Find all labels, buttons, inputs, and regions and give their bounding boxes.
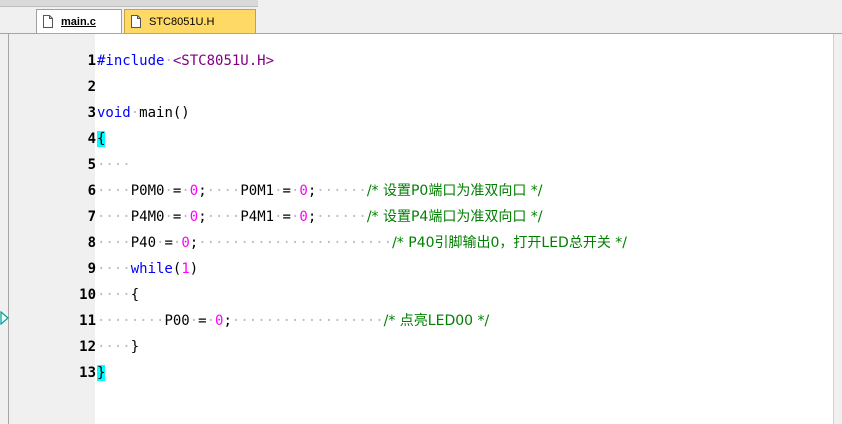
line-content: ····P0M0·=·0;····P0M1·=·0;······/* 设置P0端… — [97, 183, 543, 199]
file-icon — [43, 15, 53, 28]
line-content: ····{ — [97, 287, 140, 303]
code-line: 3 void·main() — [0, 100, 842, 126]
line-number: 10 — [79, 287, 96, 303]
code-line: 1 #include·<STC8051U.H> — [0, 48, 842, 74]
editor-tab-bar: main.c STC8051U.H — [0, 7, 842, 34]
line-number: 12 — [79, 339, 96, 355]
line-content: void·main() — [97, 105, 190, 121]
code-line: 8 ····P40·=·0;·······················/* … — [0, 230, 842, 256]
tab-stc8051u-h[interactable]: STC8051U.H — [124, 9, 256, 33]
code-line: 6 ····P0M0·=·0;····P0M1·=·0;······/* 设置P… — [0, 178, 842, 204]
tab-label: main.c — [61, 15, 96, 28]
matched-brace: { — [97, 131, 106, 147]
code-line: 4 { — [0, 126, 842, 152]
line-content: ····P40·=·0;·······················/* P4… — [97, 235, 628, 251]
tab-main-c[interactable]: main.c — [36, 9, 122, 33]
line-number: 1 — [87, 53, 96, 69]
code-line: 10 ····{ — [0, 282, 842, 308]
window-top-strip — [0, 0, 842, 7]
line-content: { — [97, 126, 106, 152]
line-number: 4 — [87, 131, 96, 147]
line-number: 8 — [87, 235, 96, 251]
line-number: 11 — [79, 313, 96, 329]
line-content: ····P4M0·=·0;····P4M1·=·0;······/* 设置P4端… — [97, 209, 543, 225]
line-number: 6 — [87, 183, 96, 199]
code-line: 5 ···· — [0, 152, 842, 178]
line-number: 3 — [87, 105, 96, 121]
line-content: } — [97, 360, 106, 386]
code-line: 7 ····P4M0·=·0;····P4M1·=·0;······/* 设置P… — [0, 204, 842, 230]
code-line: 12 ····} — [0, 334, 842, 360]
toolbar-remnant — [0, 0, 258, 7]
code-line: 13 } — [0, 360, 842, 386]
file-icon — [131, 15, 141, 28]
line-content: ····} — [97, 339, 140, 355]
line-number: 2 — [87, 79, 96, 95]
code-line: 11 ········P00·=·0;··················/* … — [0, 308, 842, 334]
line-content: #include·<STC8051U.H> — [97, 53, 275, 69]
line-number: 5 — [87, 157, 96, 173]
code-line: 2 — [0, 74, 842, 100]
line-number: 7 — [87, 209, 96, 225]
line-content: ········P00·=·0;··················/* 点亮L… — [97, 313, 490, 329]
line-number: 13 — [79, 365, 96, 381]
tab-label: STC8051U.H — [149, 15, 215, 28]
line-content: ····while(1) — [97, 261, 199, 277]
code-line: 9 ····while(1) — [0, 256, 842, 282]
line-number: 9 — [87, 261, 96, 277]
matched-brace: } — [97, 365, 106, 381]
line-content: ···· — [97, 157, 131, 173]
